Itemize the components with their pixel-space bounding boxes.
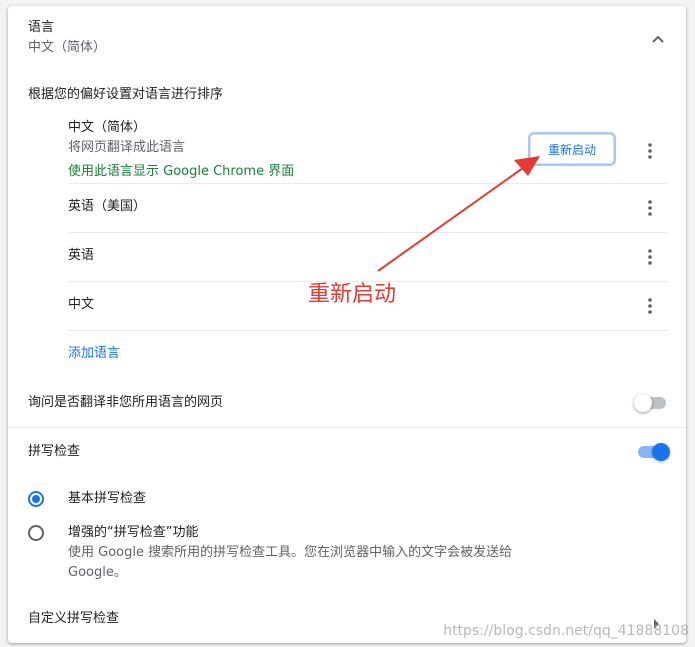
annotation-arrow	[377, 156, 540, 272]
annotation-label: 重新启动	[308, 282, 397, 307]
watermark: https://blog.csdn.net/qq_41888108	[443, 623, 689, 639]
